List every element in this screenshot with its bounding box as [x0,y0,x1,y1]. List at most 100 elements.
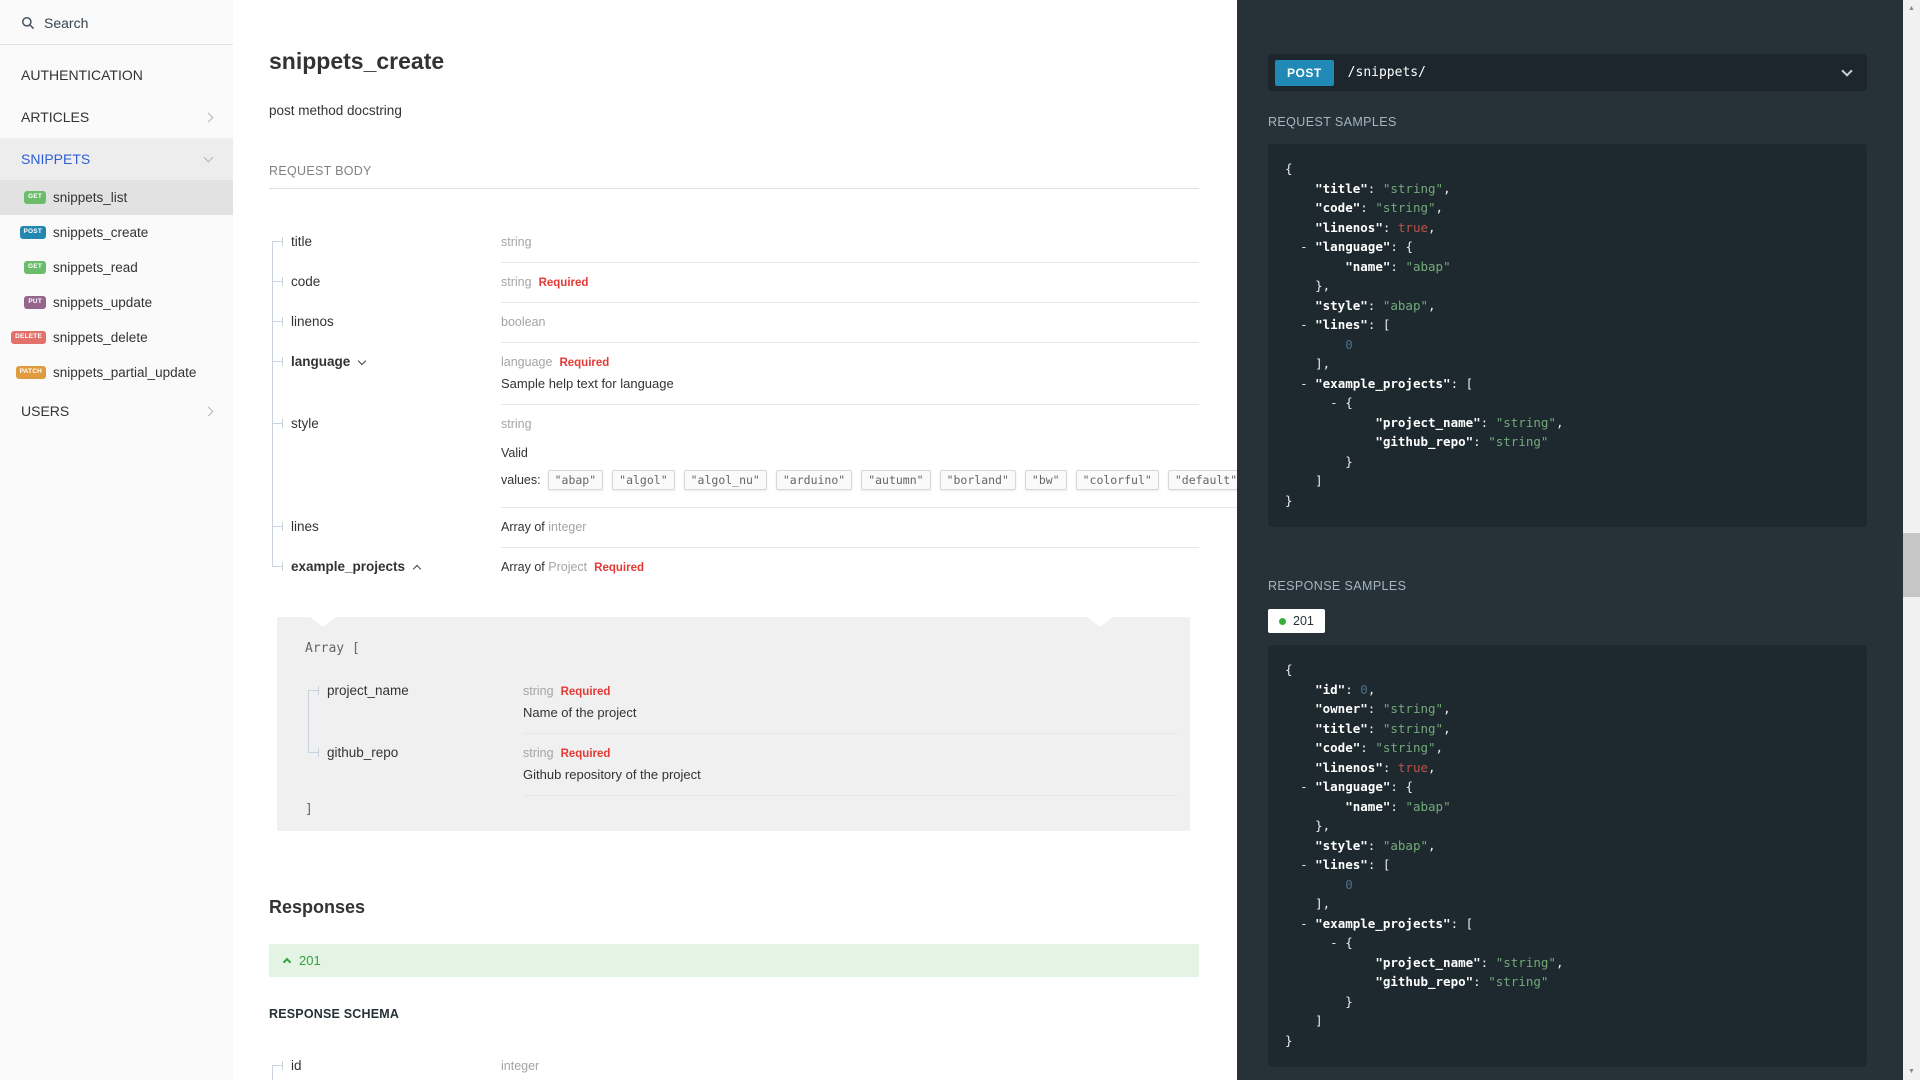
operation-label: snippets_delete [53,330,148,345]
field-definition: language Required Sample help text for lan… [501,343,1199,405]
operation-label: snippets_list [53,190,128,205]
chevron-right-icon [203,406,214,416]
code-line: - "lines": [ [1285,315,1867,335]
api-docs-app: AUTHENTICATION ARTICLES SNIPPETS GET snippet… [0,0,1920,1080]
chevron-down-icon [203,152,214,163]
field-name-cell: lines [269,507,501,548]
code-line: ] [1285,1011,1867,1031]
collapse-toggle[interactable]: - [1300,239,1308,254]
code-line: } [1285,491,1867,511]
field-definition: string [501,223,1199,263]
collapse-toggle[interactable]: - [1300,857,1308,872]
sidebar-section-snippets[interactable]: SNIPPETS [0,138,233,180]
tree-connector-icon [272,303,283,343]
endpoint-dropdown[interactable]: POST /snippets/ [1268,54,1867,91]
sidebar-section-users[interactable]: USERS [0,390,233,432]
code-token: "code" [1315,200,1361,215]
collapse-toggle[interactable]: - [1330,935,1338,950]
response-tab-201[interactable]: 201 [1268,609,1325,633]
sidebar-item-snippets_list[interactable]: GET snippets_list [0,180,233,215]
field-name: lines [291,518,319,534]
sidebar-section-articles[interactable]: ARTICLES [0,96,233,138]
code-line: "code": "string", [1285,198,1867,218]
scrollbar-down-arrow[interactable]: ▼ [1903,1063,1920,1080]
code-line: - "example_projects": [ [1285,374,1867,394]
code-line: - "lines": [ [1285,855,1867,875]
operation-label: snippets_read [53,260,138,275]
code-token: 0 [1360,681,1368,697]
field-name-cell[interactable]: example_projects [269,547,501,587]
code-token: "string" [1375,200,1436,215]
code-line: }, [1285,816,1867,836]
status-dot-icon [1279,617,1286,625]
code-line: "github_repo": "string" [1285,972,1867,992]
code-token: : [1473,974,1489,989]
code-token: : [ [1367,317,1391,332]
code-token: "string" [1382,720,1444,736]
code-line: "github_repo": "string" [1285,432,1867,452]
page-title: snippets_create [269,48,445,74]
scrollbar-up-arrow[interactable]: ▲ [1903,0,1920,17]
array-item-schema: project_name string Required Name of the pr… [305,672,1178,796]
code-line: - { [1285,933,1867,953]
collapse-toggle[interactable]: - [1300,916,1308,931]
valid-value-chip: "colorful" [1075,469,1159,490]
sidebar-item-snippets_delete[interactable]: DELETE snippets_delete [0,320,233,355]
sidebar-item-snippets_create[interactable]: POST snippets_create [0,215,233,250]
sidebar-item-snippets_partial_update[interactable]: PATCH snippets_partial_update [0,355,233,390]
endpoint-path: /snippets/ [1347,65,1426,80]
tree-connector-icon [272,405,283,508]
search-icon [21,16,35,30]
field-name: id [291,1057,302,1073]
code-line: } [1285,452,1867,472]
response-201-banner[interactable]: 201 [269,943,1199,977]
code-token: : [ [1450,915,1474,931]
code-token: : [1367,837,1383,853]
sidebar-section-label: SNIPPETS [21,151,91,167]
code-token: "abap" [1405,798,1451,814]
method-badge-wrap: GET [22,261,46,274]
code-token: "abap" [1405,258,1451,274]
page-scrollbar[interactable]: ▲ ▼ [1903,0,1920,1080]
type-name: Project [548,559,588,574]
collapse-toggle[interactable]: - [1330,395,1338,410]
sidebar-section-authentication[interactable]: AUTHENTICATION [0,54,233,96]
code-token: }, [1285,818,1331,833]
field-name-cell[interactable]: language [269,343,501,405]
sidebar-item-snippets_read[interactable]: GET snippets_read [0,250,233,285]
code-token: : [1382,219,1398,235]
code-token: "title" [1315,720,1368,736]
field-definition: boolean [501,303,1199,343]
code-token: { [1285,161,1293,176]
search-box[interactable] [0,0,233,45]
code-token: , [1555,414,1564,430]
search-input[interactable] [44,15,194,31]
code-token: : [1367,180,1383,196]
responses-heading: Responses [269,896,366,917]
scrollbar-thumb[interactable] [1903,533,1920,597]
request-sample-code: { "title": "string", "code": "string", "… [1268,144,1867,527]
required-flag: Required [559,357,610,369]
field-type: string Required [523,746,1178,760]
field-type: Array of Project Required [501,560,1199,574]
collapse-toggle[interactable]: - [1300,376,1308,391]
field-type: string Required [501,275,1199,289]
collapse-toggle[interactable]: - [1300,317,1308,332]
code-token: : [1382,759,1398,775]
post-method-badge: POST [19,226,46,239]
code-token: ], [1285,356,1331,371]
field-definition: string Required [501,263,1199,303]
code-line: - "language": { [1285,237,1867,257]
code-line: - "language": { [1285,777,1867,797]
sidebar-item-snippets_update[interactable]: PUT snippets_update [0,285,233,320]
collapse-toggle[interactable]: - [1300,779,1308,794]
code-token: , [1367,681,1376,697]
